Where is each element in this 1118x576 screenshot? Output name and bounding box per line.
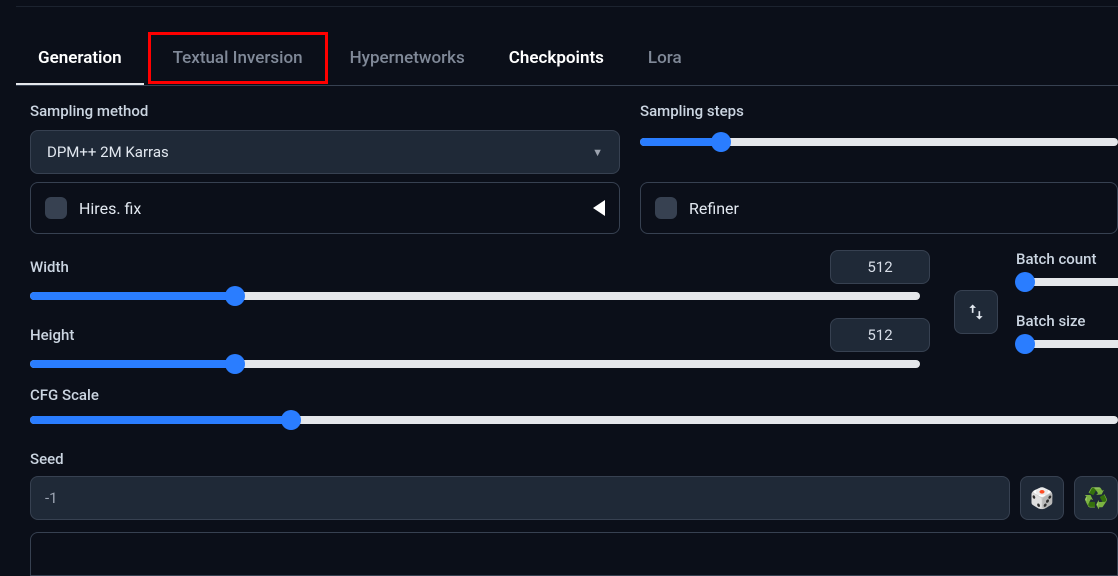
- tabs-bar: Generation Textual Inversion Hypernetwor…: [16, 30, 1118, 86]
- seed-input[interactable]: -1: [30, 476, 1010, 520]
- tab-checkpoints[interactable]: Checkpoints: [487, 32, 626, 84]
- refiner-checkbox[interactable]: [655, 197, 677, 219]
- reuse-seed-button[interactable]: ♻️: [1074, 476, 1118, 520]
- sampling-method-select[interactable]: DPM++ 2M Karras ▼: [30, 130, 620, 174]
- divider: [16, 6, 1118, 7]
- seed-label: Seed: [30, 450, 1118, 468]
- height-slider[interactable]: [30, 360, 920, 368]
- sampling-steps-label: Sampling steps: [640, 102, 1118, 120]
- sampling-method-label: Sampling method: [30, 102, 620, 120]
- refiner-toggle[interactable]: Refiner: [640, 182, 1118, 234]
- collapse-left-icon[interactable]: [593, 200, 605, 216]
- refiner-label: Refiner: [689, 199, 739, 218]
- batch-size-slider[interactable]: [1016, 340, 1118, 348]
- collapsed-panel[interactable]: [30, 532, 1118, 576]
- batch-count-label: Batch count: [1016, 250, 1118, 268]
- hires-fix-toggle[interactable]: Hires. fix: [30, 182, 620, 234]
- tab-generation[interactable]: Generation: [16, 32, 144, 84]
- random-seed-button[interactable]: 🎲: [1020, 476, 1064, 520]
- cfg-scale-label: CFG Scale: [30, 386, 1118, 404]
- swap-dimensions-button[interactable]: [954, 290, 998, 334]
- hires-fix-label: Hires. fix: [79, 199, 141, 218]
- width-label: Width: [30, 258, 69, 276]
- dice-icon: 🎲: [1030, 486, 1055, 510]
- height-value[interactable]: 512: [830, 318, 930, 352]
- caret-down-icon: ▼: [592, 146, 603, 159]
- batch-size-label: Batch size: [1016, 312, 1118, 330]
- width-value[interactable]: 512: [830, 250, 930, 284]
- hires-fix-checkbox[interactable]: [45, 197, 67, 219]
- sampling-steps-slider[interactable]: [640, 138, 1118, 146]
- tab-hypernetworks[interactable]: Hypernetworks: [328, 32, 487, 84]
- recycle-icon: ♻️: [1084, 486, 1109, 510]
- swap-icon: [966, 302, 986, 322]
- batch-count-slider[interactable]: [1016, 278, 1118, 286]
- height-label: Height: [30, 326, 74, 344]
- tab-lora[interactable]: Lora: [626, 32, 704, 84]
- tab-textual-inversion[interactable]: Textual Inversion: [148, 32, 328, 84]
- sampling-method-value: DPM++ 2M Karras: [47, 143, 169, 161]
- width-slider[interactable]: [30, 292, 920, 300]
- cfg-scale-slider[interactable]: [30, 416, 1118, 424]
